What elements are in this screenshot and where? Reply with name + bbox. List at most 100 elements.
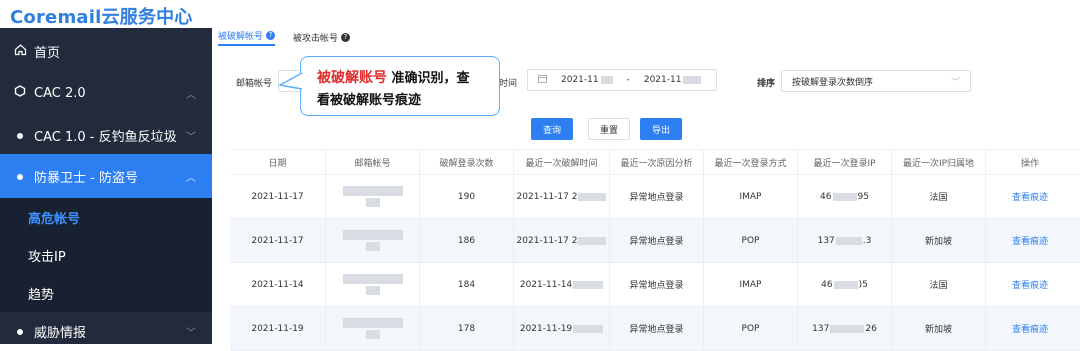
chevron-down-icon: ﹀ (186, 327, 196, 339)
action-cell: 查看痕迹 (986, 263, 1074, 306)
column-header: 日期 (230, 150, 326, 174)
view-trace-link[interactable]: 查看痕迹 (1012, 234, 1048, 247)
callout-annotation: 被破解账号 准确识别，查 看被破解账号痕迹 (279, 56, 500, 116)
action-cell: 查看痕迹 (986, 219, 1074, 262)
sidebar-item-label: CAC 1.0 - 反钓鱼反垃圾 (34, 129, 177, 145)
sidebar-item-label: 防暴卫士 - 防盗号 (34, 170, 138, 186)
date-range-input[interactable]: 2021-11 - 2021-11 (527, 69, 717, 91)
tab-bar: 被破解帐号 ? 被攻击帐号 ? (218, 28, 368, 46)
table-header: 日期 邮箱帐号 破解登录次数 最近一次破解时间 最近一次原因分析 最近一次登录方… (230, 149, 1080, 175)
help-icon[interactable]: ? (341, 32, 351, 42)
sort-select[interactable]: 按破解登录次数倒序 ﹀ (781, 70, 971, 92)
column-header: 破解登录次数 (420, 150, 514, 174)
count-cell: 190 (420, 175, 514, 218)
sidebar-subitem-attack-ip[interactable]: 攻击IP (0, 236, 212, 274)
app-title: Coremail云服务中心 (10, 7, 193, 28)
sidebar-item-threat-intel[interactable]: 威胁情报 ﹀ (0, 312, 212, 350)
sidebar-subitem-label: 攻击IP (28, 249, 66, 265)
table-row: 2021-11-19 178 2021-11-19 异常地点登录 POP 137… (230, 307, 1080, 351)
sidebar-item-anti-theft[interactable]: 防暴卫士 - 防盗号 ︿ (0, 154, 212, 198)
date-cell: 2021-11-17 (230, 219, 326, 262)
reason-cell: 异常地点登录 (610, 175, 704, 218)
sidebar-item-cac2[interactable]: CAC 2.0 ︿ (0, 72, 212, 114)
ip-cell: 137.3 (798, 219, 892, 262)
email-label: 邮箱帐号 (236, 79, 273, 89)
tab-label: 被破解帐号 (218, 31, 264, 42)
dot-icon (6, 128, 34, 143)
chevron-up-icon: ︿ (186, 172, 196, 184)
help-icon[interactable]: ? (266, 30, 276, 40)
date-separator: - (626, 75, 630, 85)
method-cell: IMAP (704, 263, 798, 306)
action-cell: 查看痕迹 (986, 175, 1074, 218)
table-row: 2021-11-14 184 2021-11-14 异常地点登录 IMAP 46… (230, 263, 1080, 307)
sidebar-item-label: 威胁情报 (34, 325, 87, 341)
tab-label: 被攻击帐号 (293, 33, 339, 44)
date-end: 2021-11 (643, 75, 682, 85)
column-header: 最近一次原因分析 (610, 150, 704, 174)
date-cell: 2021-11-17 (230, 175, 326, 218)
ip-cell: 46 95 (798, 175, 892, 218)
ip-cell: 46)5 (798, 263, 892, 306)
export-button[interactable]: 导出 (640, 118, 682, 140)
callout-text: 准确识别，查 (387, 71, 470, 86)
top-bar: Coremail云服务中心 (0, 0, 1080, 28)
time-cell: 2021-11-17 2 (514, 175, 610, 218)
email-cell-redacted (326, 175, 420, 218)
sidebar-subitem-high-risk[interactable]: 高危帐号 (0, 198, 212, 236)
date-start: 2021-11 (561, 75, 599, 85)
tab-cracked-accounts[interactable]: 被破解帐号 ? (218, 28, 276, 46)
sidebar-subitem-label: 趋势 (28, 287, 55, 303)
email-cell-redacted (326, 219, 420, 262)
sidebar-subitem-trend[interactable]: 趋势 (0, 274, 212, 312)
tab-attacked-accounts[interactable]: 被攻击帐号 ? (293, 28, 351, 46)
sort-label: 排序 (757, 79, 776, 89)
location-cell: 新加坡 (892, 219, 986, 262)
time-cell: 2021-11-17 2 (514, 219, 610, 262)
view-trace-link[interactable]: 查看痕迹 (1012, 278, 1048, 291)
reason-cell: 异常地点登录 (610, 219, 704, 262)
chevron-up-icon: ︿ (186, 89, 196, 101)
location-cell: 法国 (892, 175, 986, 218)
sidebar-item-label: 首页 (34, 45, 61, 61)
sidebar: 首页 CAC 2.0 ︿ CAC 1.0 - 反钓鱼反垃圾 ﹀ 防暴卫士 - 防… (0, 28, 212, 344)
reason-cell: 异常地点登录 (610, 263, 704, 306)
column-header: 最近一次登录IP (798, 150, 892, 174)
view-trace-link[interactable]: 查看痕迹 (1012, 322, 1048, 335)
callout-text-2: 看被破解账号痕迹 (317, 93, 422, 108)
time-cell: 2021-11-14 (514, 263, 610, 306)
sidebar-item-home[interactable]: 首页 (0, 30, 212, 72)
home-icon (6, 43, 34, 60)
redaction (683, 76, 702, 84)
redaction (600, 76, 613, 84)
chevron-down-icon: ﹀ (186, 131, 196, 143)
date-cell: 2021-11-14 (230, 263, 326, 306)
table-row: 2021-11-17 186 2021-11-17 2 异常地点登录 POP 1… (230, 219, 1080, 263)
column-header: 最近一次IP归属地 (892, 150, 986, 174)
count-cell: 186 (420, 219, 514, 262)
cracked-accounts-table: 日期 邮箱帐号 破解登录次数 最近一次破解时间 最近一次原因分析 最近一次登录方… (230, 149, 1080, 351)
email-cell-redacted (326, 263, 420, 306)
sidebar-item-label: CAC 2.0 (34, 85, 86, 101)
location-cell: 法国 (892, 263, 986, 306)
method-cell: POP (704, 219, 798, 262)
table-row: 2021-11-17 190 2021-11-17 2 异常地点登录 IMAP … (230, 175, 1080, 219)
column-header: 最近一次登录方式 (704, 150, 798, 174)
query-button[interactable]: 查询 (531, 118, 573, 140)
view-trace-link[interactable]: 查看痕迹 (1012, 190, 1048, 203)
sidebar-item-cac1[interactable]: CAC 1.0 - 反钓鱼反垃圾 ﹀ (0, 114, 212, 156)
sidebar-subitem-label: 高危帐号 (28, 211, 81, 227)
column-header: 邮箱帐号 (326, 150, 420, 174)
dot-icon (6, 169, 34, 184)
column-header: 最近一次破解时间 (514, 150, 610, 174)
callout-pointer (279, 72, 303, 90)
method-cell: IMAP (704, 175, 798, 218)
chevron-down-icon: ﹀ (950, 77, 960, 88)
callout-highlight: 被破解账号 (317, 70, 387, 86)
dot-icon (6, 324, 34, 339)
sort-value: 按破解登录次数倒序 (792, 77, 874, 88)
reset-button[interactable]: 重置 (588, 118, 630, 140)
count-cell: 184 (420, 263, 514, 306)
hexagon-icon (6, 85, 34, 101)
column-header: 操作 (1020, 158, 1039, 169)
